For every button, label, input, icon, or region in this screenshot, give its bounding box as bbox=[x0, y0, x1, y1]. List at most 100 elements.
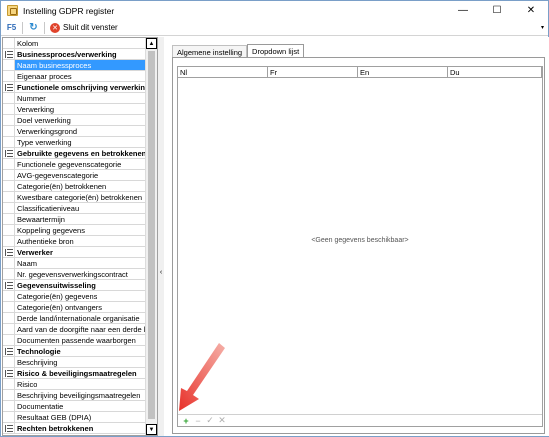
group-row[interactable]: Gebruikte gegevens en betrokkenen bbox=[3, 148, 146, 159]
group-row[interactable]: Verwerker bbox=[3, 247, 146, 258]
toolbar-separator bbox=[44, 21, 45, 34]
row-gutter bbox=[3, 280, 15, 290]
close-window-label[interactable]: Sluit dit venster bbox=[63, 23, 118, 32]
maximize-button[interactable]: ☐ bbox=[480, 1, 514, 20]
row-label: Nr. gegevensverwerkingscontract bbox=[17, 269, 128, 279]
column-row[interactable]: Verwerkingsgrond bbox=[3, 126, 146, 137]
scroll-up-arrow-icon[interactable]: ▲ bbox=[146, 38, 157, 49]
group-row[interactable]: Rechten betrokkenen bbox=[3, 423, 146, 434]
row-label: Documenten passende waarborgen bbox=[17, 335, 136, 345]
row-label: Bewaartermijn bbox=[17, 214, 65, 224]
column-header[interactable]: Nl bbox=[178, 67, 268, 78]
column-list-panel: Kolom Businessproces/verwerking Naam busi… bbox=[2, 37, 158, 436]
column-row[interactable]: Classificatieniveau bbox=[3, 203, 146, 214]
row-gutter bbox=[3, 335, 15, 345]
vertical-scrollbar[interactable]: ▲ ▼ bbox=[145, 38, 157, 435]
column-row[interactable]: Type verwerking bbox=[3, 137, 146, 148]
row-gutter bbox=[3, 236, 15, 246]
row-gutter bbox=[3, 115, 15, 125]
row-label: Verwerking bbox=[17, 104, 55, 114]
column-row[interactable]: Categorie(ën) betrokkenen bbox=[3, 181, 146, 192]
column-row[interactable]: Koppeling gegevens bbox=[3, 225, 146, 236]
row-label: Beschrijving bbox=[17, 357, 58, 367]
group-row[interactable]: Businessproces/verwerking bbox=[3, 49, 146, 60]
toolbar-menu-chevron-icon[interactable]: ▾ bbox=[541, 24, 544, 31]
close-icon[interactable]: ✕ bbox=[50, 22, 60, 33]
column-header[interactable]: Fr bbox=[268, 67, 358, 78]
group-row[interactable]: Technologie bbox=[3, 346, 146, 357]
row-label: Rechten betrokkenen bbox=[17, 423, 94, 433]
column-row[interactable]: Categorie(ën) gegevens bbox=[3, 291, 146, 302]
row-gutter bbox=[3, 368, 15, 378]
title-bar: Instelling GDPR register — ☐ ✕ bbox=[1, 1, 548, 20]
tab-dropdown-list[interactable]: Dropdown lijst bbox=[247, 44, 305, 58]
row-gutter bbox=[3, 148, 15, 158]
row-gutter bbox=[3, 192, 15, 202]
window-controls: — ☐ ✕ bbox=[446, 1, 548, 20]
column-row[interactable]: AVG-gegevenscategorie bbox=[3, 170, 146, 181]
column-row[interactable]: Kwestbare categorie(ën) betrokkenen bbox=[3, 192, 146, 203]
column-row[interactable]: Beschrijving bbox=[3, 357, 146, 368]
column-row[interactable]: Nummer bbox=[3, 93, 146, 104]
column-row[interactable]: Documentatie bbox=[3, 401, 146, 412]
column-row[interactable]: Functionele gegevenscategorie bbox=[3, 159, 146, 170]
group-row[interactable]: Functionele omschrijving verwerking bbox=[3, 82, 146, 93]
column-row[interactable]: Beschrijving beveiligingsmaatregelen bbox=[3, 390, 146, 401]
row-gutter bbox=[3, 324, 15, 334]
row-label: Categorie(ën) ontvangers bbox=[17, 302, 103, 312]
refresh-f5-icon[interactable]: F5 bbox=[5, 21, 18, 34]
close-window-button[interactable]: ✕ bbox=[514, 1, 548, 20]
row-gutter bbox=[3, 269, 15, 279]
column-row[interactable]: Doel verwerking bbox=[3, 115, 146, 126]
row-gutter bbox=[3, 38, 15, 48]
column-list: Kolom Businessproces/verwerking Naam busi… bbox=[3, 38, 146, 435]
row-gutter bbox=[3, 291, 15, 301]
row-gutter bbox=[3, 390, 15, 400]
column-row[interactable]: Verwerking bbox=[3, 104, 146, 115]
row-gutter bbox=[3, 412, 15, 422]
list-icon bbox=[5, 281, 13, 289]
row-label: Categorie(ën) betrokkenen bbox=[17, 181, 107, 191]
row-gutter bbox=[3, 203, 15, 213]
group-row[interactable]: Gegevensuitwisseling bbox=[3, 280, 146, 291]
reload-icon[interactable]: ↻ bbox=[27, 21, 40, 34]
scroll-down-arrow-icon[interactable]: ▼ bbox=[146, 424, 157, 435]
row-label: Derde land/internationale organisatie bbox=[17, 313, 140, 323]
row-gutter bbox=[3, 313, 15, 323]
column-row[interactable]: Aard van de doorgifte naar een derde lan… bbox=[3, 324, 146, 335]
column-row[interactable]: Risico bbox=[3, 379, 146, 390]
column-row[interactable]: Derde land/internationale organisatie bbox=[3, 313, 146, 324]
app-window: Instelling GDPR register — ☐ ✕ F5 ↻ ✕ Sl… bbox=[0, 0, 549, 437]
column-header[interactable]: Du bbox=[448, 67, 542, 78]
column-row[interactable]: Eigenaar proces bbox=[3, 71, 146, 82]
row-gutter bbox=[3, 170, 15, 180]
toolbar-separator bbox=[22, 21, 23, 34]
column-row[interactable]: Naam bbox=[3, 258, 146, 269]
row-label: Eigenaar proces bbox=[17, 71, 72, 81]
tab-strip: Algemene instelling Dropdown lijst bbox=[172, 44, 305, 58]
row-gutter bbox=[3, 104, 15, 114]
column-header[interactable]: En bbox=[358, 67, 448, 78]
scroll-thumb[interactable] bbox=[148, 51, 155, 419]
row-gutter bbox=[3, 302, 15, 312]
row-gutter bbox=[3, 60, 15, 70]
column-row[interactable]: Naam businessproces bbox=[3, 60, 146, 71]
column-row[interactable]: Resultaat GEB (DPIA) bbox=[3, 412, 146, 423]
column-row[interactable]: Documenten passende waarborgen bbox=[3, 335, 146, 346]
row-label: Technologie bbox=[17, 346, 61, 356]
row-gutter bbox=[3, 401, 15, 411]
column-row[interactable]: Nr. gegevensverwerkingscontract bbox=[3, 269, 146, 280]
grid-column-headers: Nl Fr En Du bbox=[178, 67, 542, 78]
row-label: Authentieke bron bbox=[17, 236, 74, 246]
row-label: Doel verwerking bbox=[17, 115, 71, 125]
column-row[interactable]: Categorie(ën) ontvangers bbox=[3, 302, 146, 313]
column-row[interactable]: Bewaartermijn bbox=[3, 214, 146, 225]
minimize-button[interactable]: — bbox=[446, 1, 480, 20]
column-row[interactable]: Authentieke bron bbox=[3, 236, 146, 247]
list-icon bbox=[5, 424, 13, 432]
group-row[interactable]: Risico & beveiligingsmaatregelen bbox=[3, 368, 146, 379]
annotation-arrow-icon bbox=[179, 343, 225, 411]
column-list-header[interactable]: Kolom bbox=[3, 38, 146, 49]
list-icon bbox=[5, 50, 13, 58]
row-label: Naam bbox=[17, 258, 38, 268]
